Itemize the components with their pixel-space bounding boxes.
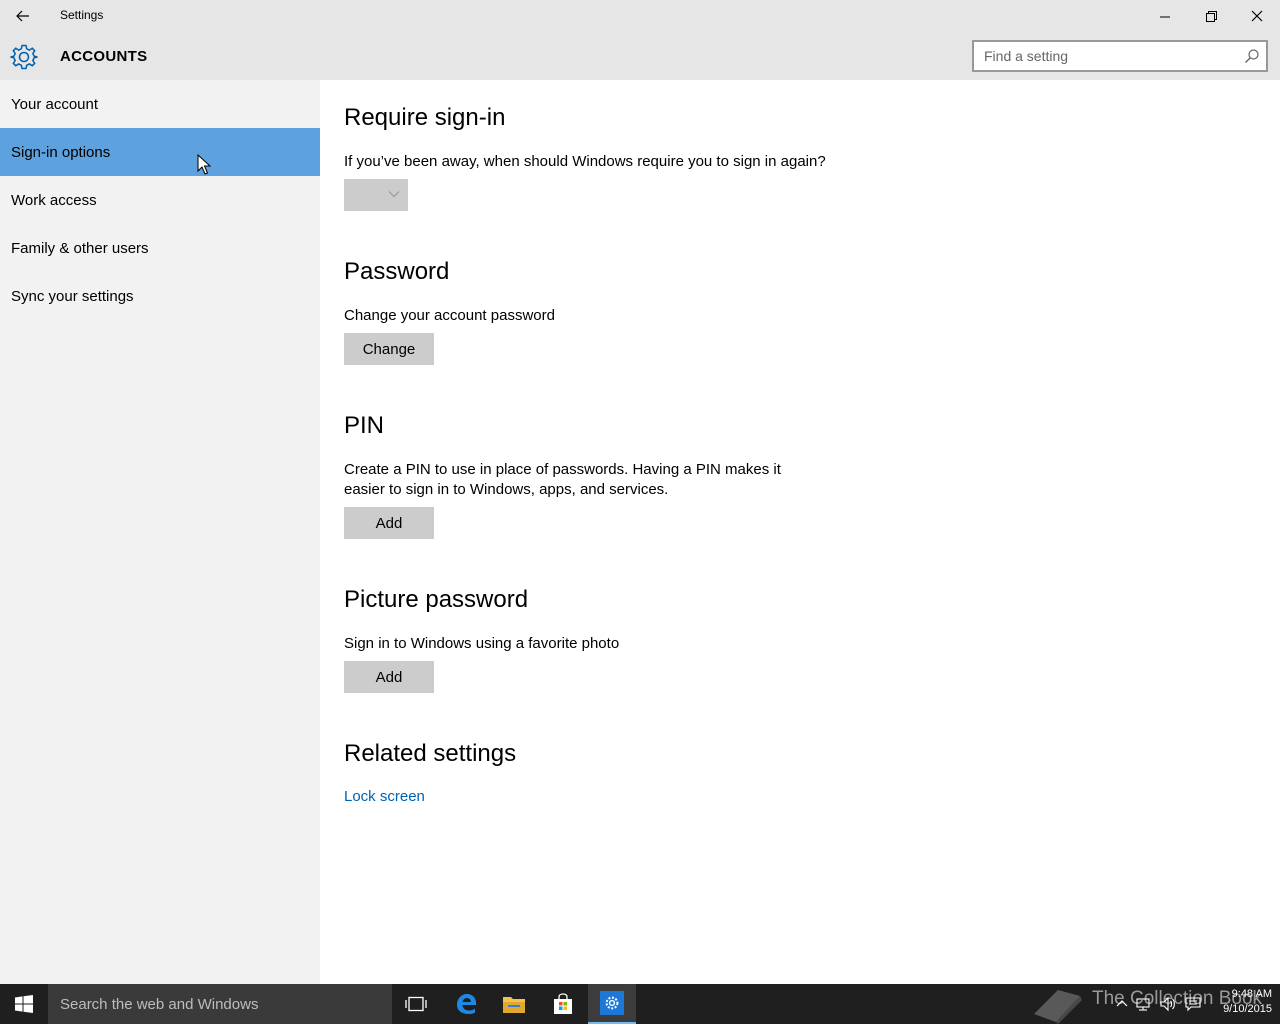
action-center-icon[interactable]	[1185, 996, 1201, 1012]
edge-browser-icon	[457, 994, 476, 1014]
sidebar-item-sign-in-options[interactable]: Sign-in options	[0, 128, 320, 176]
taskbar: Search the web and Windows The Collectio…	[0, 984, 1280, 1024]
mouse-cursor-icon	[197, 154, 211, 175]
store-bag-icon	[554, 993, 572, 1014]
sidebar-item-sync-settings[interactable]: Sync your settings	[0, 272, 320, 320]
sidebar-item-label: Sync your settings	[11, 287, 134, 305]
network-icon[interactable]	[1136, 996, 1152, 1012]
add-pin-button[interactable]: Add	[344, 507, 434, 539]
section-title: ACCOUNTS	[60, 48, 148, 65]
sidebar-item-work-access[interactable]: Work access	[0, 176, 320, 224]
sidebar: Your account Sign-in options Work access…	[0, 80, 320, 984]
add-picture-password-button[interactable]: Add	[344, 661, 434, 693]
search-box[interactable]	[972, 40, 1268, 72]
edge-button[interactable]	[442, 984, 490, 1024]
sidebar-item-family-other-users[interactable]: Family & other users	[0, 224, 320, 272]
sidebar-item-label: Family & other users	[11, 239, 149, 257]
sidebar-item-your-account[interactable]: Your account	[0, 80, 320, 128]
require-signin-dropdown[interactable]	[344, 179, 408, 211]
pin-description-line2: easier to sign in to Windows, apps, and …	[344, 481, 669, 498]
back-arrow-icon	[16, 10, 29, 22]
taskbar-search-box[interactable]: Search the web and Windows	[48, 984, 392, 1024]
require-signin-description: If you’ve been away, when should Windows…	[344, 153, 826, 170]
pin-heading: PIN	[344, 412, 385, 439]
chevron-down-icon	[388, 191, 400, 198]
sidebar-item-label: Sign-in options	[11, 143, 111, 161]
search-input[interactable]	[974, 42, 1234, 70]
related-settings-heading: Related settings	[344, 740, 517, 767]
picture-password-heading: Picture password	[344, 586, 529, 613]
close-icon	[1251, 10, 1263, 22]
pin-description-line1: Create a PIN to use in place of password…	[344, 461, 781, 478]
gear-icon	[10, 44, 38, 70]
minimize-button[interactable]	[1142, 0, 1188, 32]
lock-screen-link[interactable]: Lock screen	[344, 788, 425, 805]
title-bar: Settings	[0, 0, 1280, 32]
store-button[interactable]	[539, 984, 587, 1024]
chevron-up-icon[interactable]	[1114, 996, 1130, 1012]
sidebar-item-label: Your account	[11, 95, 99, 113]
settings-header: ACCOUNTS	[0, 32, 1280, 80]
settings-taskbar-button[interactable]	[588, 984, 636, 1024]
picture-password-description: Sign in to Windows using a favorite phot…	[344, 635, 620, 652]
restore-button[interactable]	[1188, 0, 1234, 32]
volume-icon[interactable]	[1160, 996, 1176, 1012]
taskbar-search-text: Search the web and Windows	[60, 995, 259, 1013]
start-button[interactable]	[0, 984, 48, 1024]
main-content: Require sign-in If you’ve been away, whe…	[320, 80, 1280, 984]
change-password-button[interactable]: Change	[344, 333, 434, 365]
restore-icon	[1205, 10, 1217, 22]
clock-time: 9:48 AM	[1231, 988, 1272, 1000]
file-explorer-button[interactable]	[490, 984, 538, 1024]
settings-app-icon	[600, 991, 624, 1015]
clock-date: 9/10/2015	[1223, 1003, 1272, 1015]
require-signin-heading: Require sign-in	[344, 104, 506, 131]
minimize-icon	[1159, 16, 1170, 17]
sidebar-item-label: Work access	[11, 191, 97, 209]
password-description: Change your account password	[344, 307, 555, 324]
task-view-icon	[405, 996, 427, 1012]
search-icon[interactable]	[1244, 48, 1260, 64]
close-button[interactable]	[1234, 0, 1280, 32]
back-button[interactable]	[0, 0, 46, 32]
task-view-button[interactable]	[392, 984, 440, 1024]
password-heading: Password	[344, 258, 450, 285]
window-title: Settings	[60, 8, 104, 22]
folder-icon	[503, 997, 525, 1013]
windows-logo-icon	[15, 995, 33, 1013]
system-clock[interactable]: 9:48 AM 9/10/2015	[1208, 987, 1272, 1017]
